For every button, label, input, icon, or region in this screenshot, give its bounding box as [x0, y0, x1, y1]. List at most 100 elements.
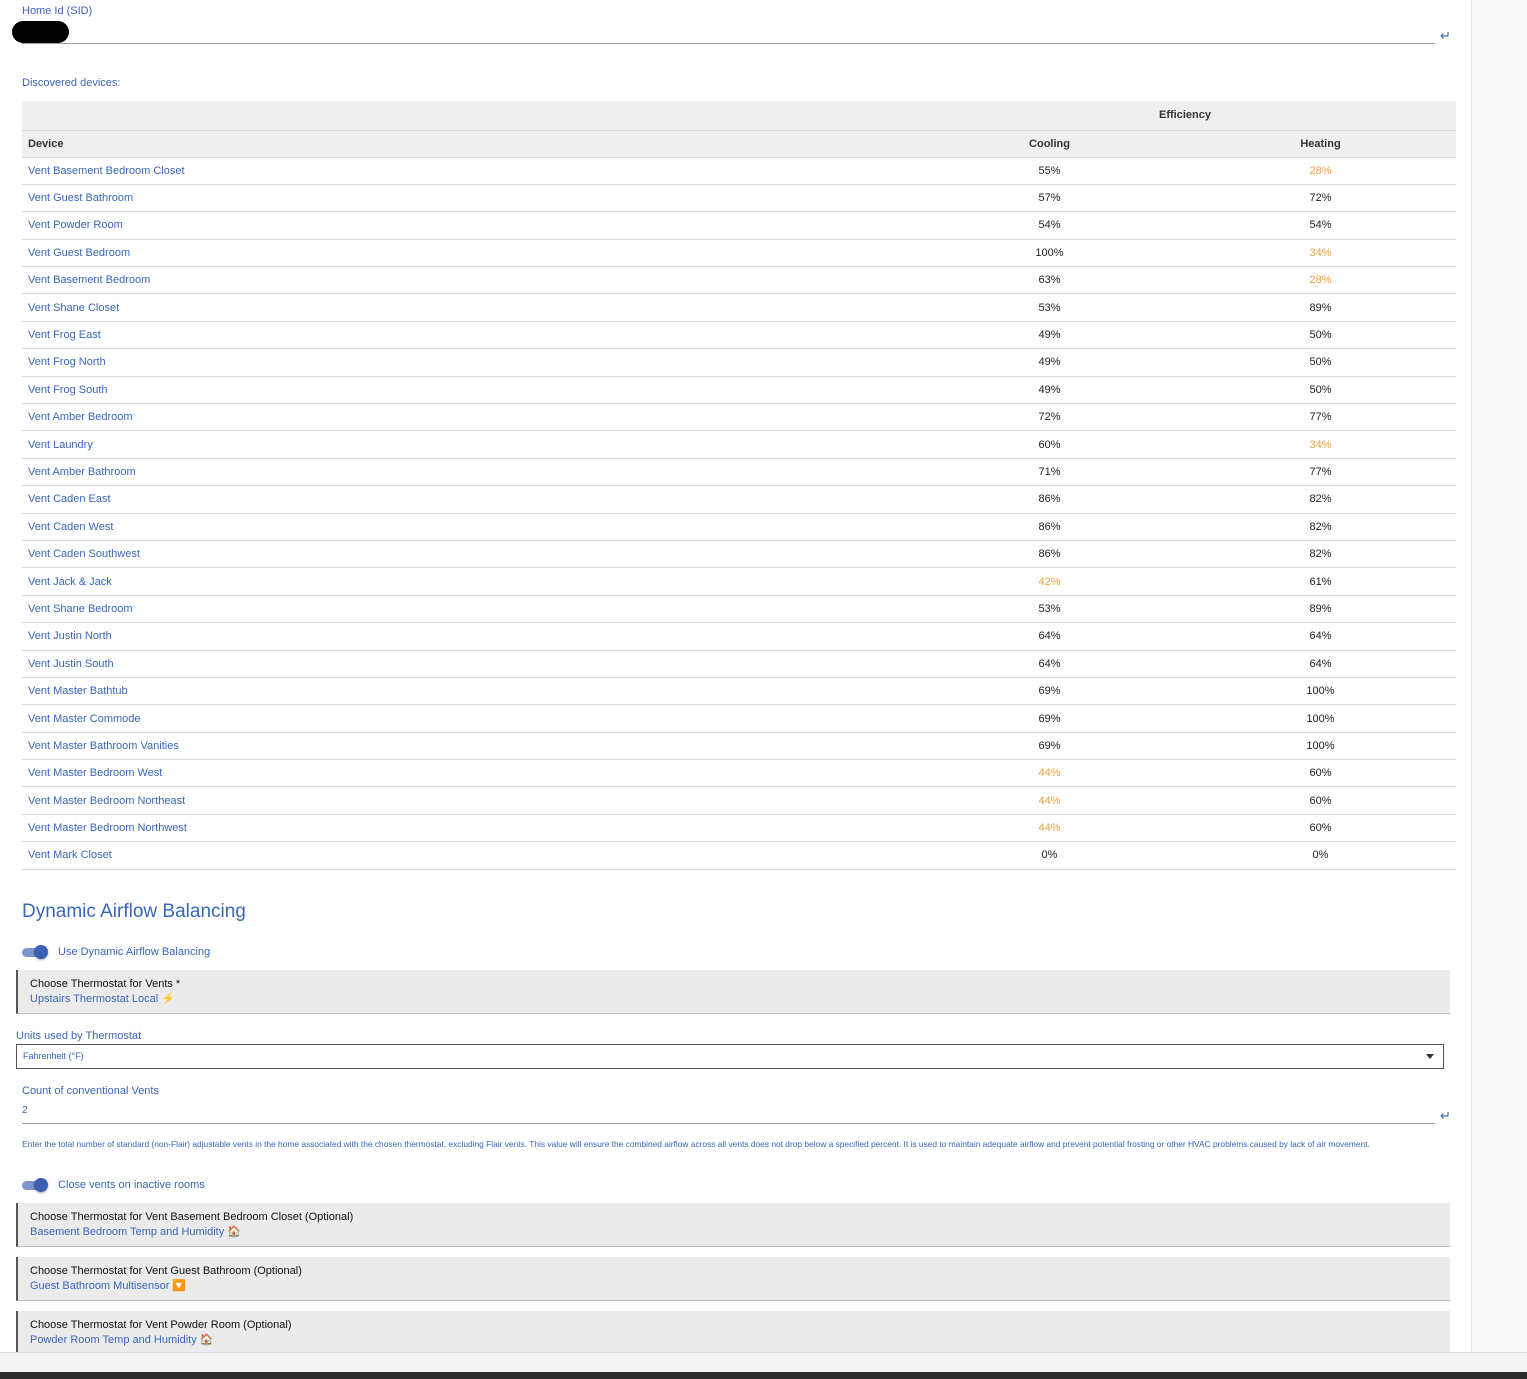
device-link[interactable]: Vent Laundry: [22, 430, 914, 459]
table-row: Vent Basement Bedroom 63% 28%: [22, 266, 1456, 295]
thermostat-chooser[interactable]: Choose Thermostat for Vents * Upstairs T…: [16, 970, 1450, 1014]
device-link[interactable]: Vent Guest Bathroom: [22, 184, 914, 213]
table-row: Vent Master Bathroom Vanities 69% 100%: [22, 732, 1456, 761]
device-link[interactable]: Vent Guest Bedroom: [22, 239, 914, 268]
units-selected-value: Fahrenheit (°F): [23, 1051, 84, 1061]
heating-efficiency: 34%: [1185, 239, 1456, 268]
device-link[interactable]: Vent Mark Closet: [22, 841, 914, 870]
cooling-efficiency: 69%: [914, 677, 1185, 706]
devices-table: Efficiency Device Cooling Heating Vent B…: [22, 101, 1456, 870]
device-link[interactable]: Vent Amber Bathroom: [22, 458, 914, 487]
table-row: Vent Justin South 64% 64%: [22, 650, 1456, 678]
enter-icon[interactable]: ↵: [1440, 1109, 1451, 1122]
cooling-efficiency: 53%: [914, 595, 1185, 624]
redacted-home-id-value: [12, 21, 69, 43]
heating-efficiency: 0%: [1185, 841, 1456, 870]
lightning-icon: ⚡: [161, 993, 175, 1005]
section-title: Dynamic Airflow Balancing: [22, 901, 246, 922]
heating-efficiency: 72%: [1185, 184, 1456, 213]
table-row: Vent Shane Closet 53% 89%: [22, 293, 1456, 322]
heating-efficiency: 100%: [1185, 732, 1456, 761]
device-link[interactable]: Vent Shane Bedroom: [22, 595, 914, 624]
heating-efficiency: 77%: [1185, 403, 1456, 432]
heating-efficiency: 61%: [1185, 567, 1456, 596]
device-link[interactable]: Vent Master Bathroom Vanities: [22, 732, 914, 761]
device-link[interactable]: Vent Master Bathtub: [22, 677, 914, 706]
right-gutter: [1471, 0, 1527, 1352]
table-row: Vent Caden Southwest 86% 82%: [22, 540, 1456, 569]
device-link[interactable]: Vent Frog East: [22, 321, 914, 350]
table-row: Vent Mark Closet 0% 0%: [22, 841, 1456, 870]
device-link[interactable]: Vent Basement Bedroom Closet: [22, 157, 914, 185]
cooling-efficiency: 69%: [914, 704, 1185, 733]
device-link[interactable]: Vent Frog North: [22, 348, 914, 377]
device-link[interactable]: Vent Caden East: [22, 485, 914, 514]
cooling-efficiency: 55%: [914, 157, 1185, 185]
units-select[interactable]: Fahrenheit (°F): [16, 1044, 1444, 1069]
use-dab-label: Use Dynamic Airflow Balancing: [58, 946, 211, 958]
cooling-efficiency: 72%: [914, 403, 1185, 432]
vent-thermostat-chooser[interactable]: Choose Thermostat for Vent Powder Room (…: [16, 1311, 1450, 1352]
chevron-down-icon: [1426, 1054, 1434, 1059]
device-link[interactable]: Vent Master Bedroom West: [22, 759, 914, 788]
device-link[interactable]: Vent Basement Bedroom: [22, 266, 914, 295]
table-row: Vent Master Bathtub 69% 100%: [22, 677, 1456, 706]
vent-chooser-value: Powder Room Temp and Humidity 🏠: [30, 1333, 213, 1346]
cooling-efficiency: 44%: [914, 814, 1185, 843]
device-link[interactable]: Vent Amber Bedroom: [22, 403, 914, 432]
device-link[interactable]: Vent Master Bedroom Northeast: [22, 786, 914, 815]
table-row: Vent Powder Room 54% 54%: [22, 211, 1456, 240]
use-dab-toggle[interactable]: [22, 945, 48, 959]
table-row: Vent Justin North 64% 64%: [22, 622, 1456, 651]
vent-thermostat-chooser[interactable]: Choose Thermostat for Vent Basement Bedr…: [16, 1203, 1450, 1247]
table-row: Vent Frog South 49% 50%: [22, 376, 1456, 405]
device-link[interactable]: Vent Master Commode: [22, 704, 914, 733]
device-column-header: Device: [22, 130, 914, 158]
vent-thermostat-chooser[interactable]: Choose Thermostat for Vent Guest Bathroo…: [16, 1257, 1450, 1301]
vent-count-input[interactable]: 2: [22, 1105, 28, 1116]
heating-efficiency: 77%: [1185, 458, 1456, 487]
heating-efficiency: 54%: [1185, 211, 1456, 240]
sensor-name: Basement Bedroom Temp and Humidity: [30, 1226, 225, 1238]
table-row: Vent Frog East 49% 50%: [22, 321, 1456, 350]
toggle-knob: [34, 1178, 48, 1192]
table-row: Vent Master Commode 69% 100%: [22, 704, 1456, 733]
close-inactive-toggle[interactable]: [22, 1178, 48, 1192]
cooling-efficiency: 60%: [914, 430, 1185, 459]
table-row: Vent Shane Bedroom 53% 89%: [22, 595, 1456, 624]
device-link[interactable]: Vent Shane Closet: [22, 293, 914, 322]
cooling-efficiency: 53%: [914, 293, 1185, 322]
table-row: Vent Amber Bathroom 71% 77%: [22, 458, 1456, 487]
heating-efficiency: 64%: [1185, 622, 1456, 651]
table-row: Vent Laundry 60% 34%: [22, 430, 1456, 459]
vent-chooser-value: Basement Bedroom Temp and Humidity 🏠: [30, 1225, 241, 1238]
table-row: Vent Jack & Jack 42% 61%: [22, 567, 1456, 596]
cooling-efficiency: 49%: [914, 376, 1185, 405]
device-link[interactable]: Vent Justin South: [22, 650, 914, 678]
preferences-page: Home Id (SID) ↵ Discovered devices: Effi…: [0, 0, 1470, 1352]
heating-efficiency: 82%: [1185, 485, 1456, 514]
sensor-name: Guest Bathroom Multisensor: [30, 1280, 170, 1292]
cooling-efficiency: 54%: [914, 211, 1185, 240]
device-link[interactable]: Vent Frog South: [22, 376, 914, 405]
sensor-name: Powder Room Temp and Humidity: [30, 1334, 197, 1346]
device-link[interactable]: Vent Powder Room: [22, 211, 914, 240]
home-id-underline: [22, 43, 1435, 44]
cooling-efficiency: 71%: [914, 458, 1185, 487]
toggle-knob: [34, 945, 48, 959]
device-link[interactable]: Vent Jack & Jack: [22, 567, 914, 596]
home-id-field[interactable]: Home Id (SID): [12, 4, 1452, 46]
table-row: Vent Caden East 86% 82%: [22, 485, 1456, 514]
heating-efficiency: 60%: [1185, 759, 1456, 788]
cooling-efficiency: 86%: [914, 540, 1185, 569]
heating-efficiency: 28%: [1185, 266, 1456, 295]
table-row: Vent Guest Bedroom 100% 34%: [22, 239, 1456, 268]
device-link[interactable]: Vent Caden Southwest: [22, 540, 914, 569]
device-link[interactable]: Vent Justin North: [22, 622, 914, 651]
enter-icon[interactable]: ↵: [1440, 29, 1451, 42]
heating-efficiency: 89%: [1185, 595, 1456, 624]
device-link[interactable]: Vent Master Bedroom Northwest: [22, 814, 914, 843]
device-link[interactable]: Vent Caden West: [22, 513, 914, 541]
cooling-efficiency: 69%: [914, 732, 1185, 761]
table-row: Vent Basement Bedroom Closet 55% 28%: [22, 157, 1456, 185]
